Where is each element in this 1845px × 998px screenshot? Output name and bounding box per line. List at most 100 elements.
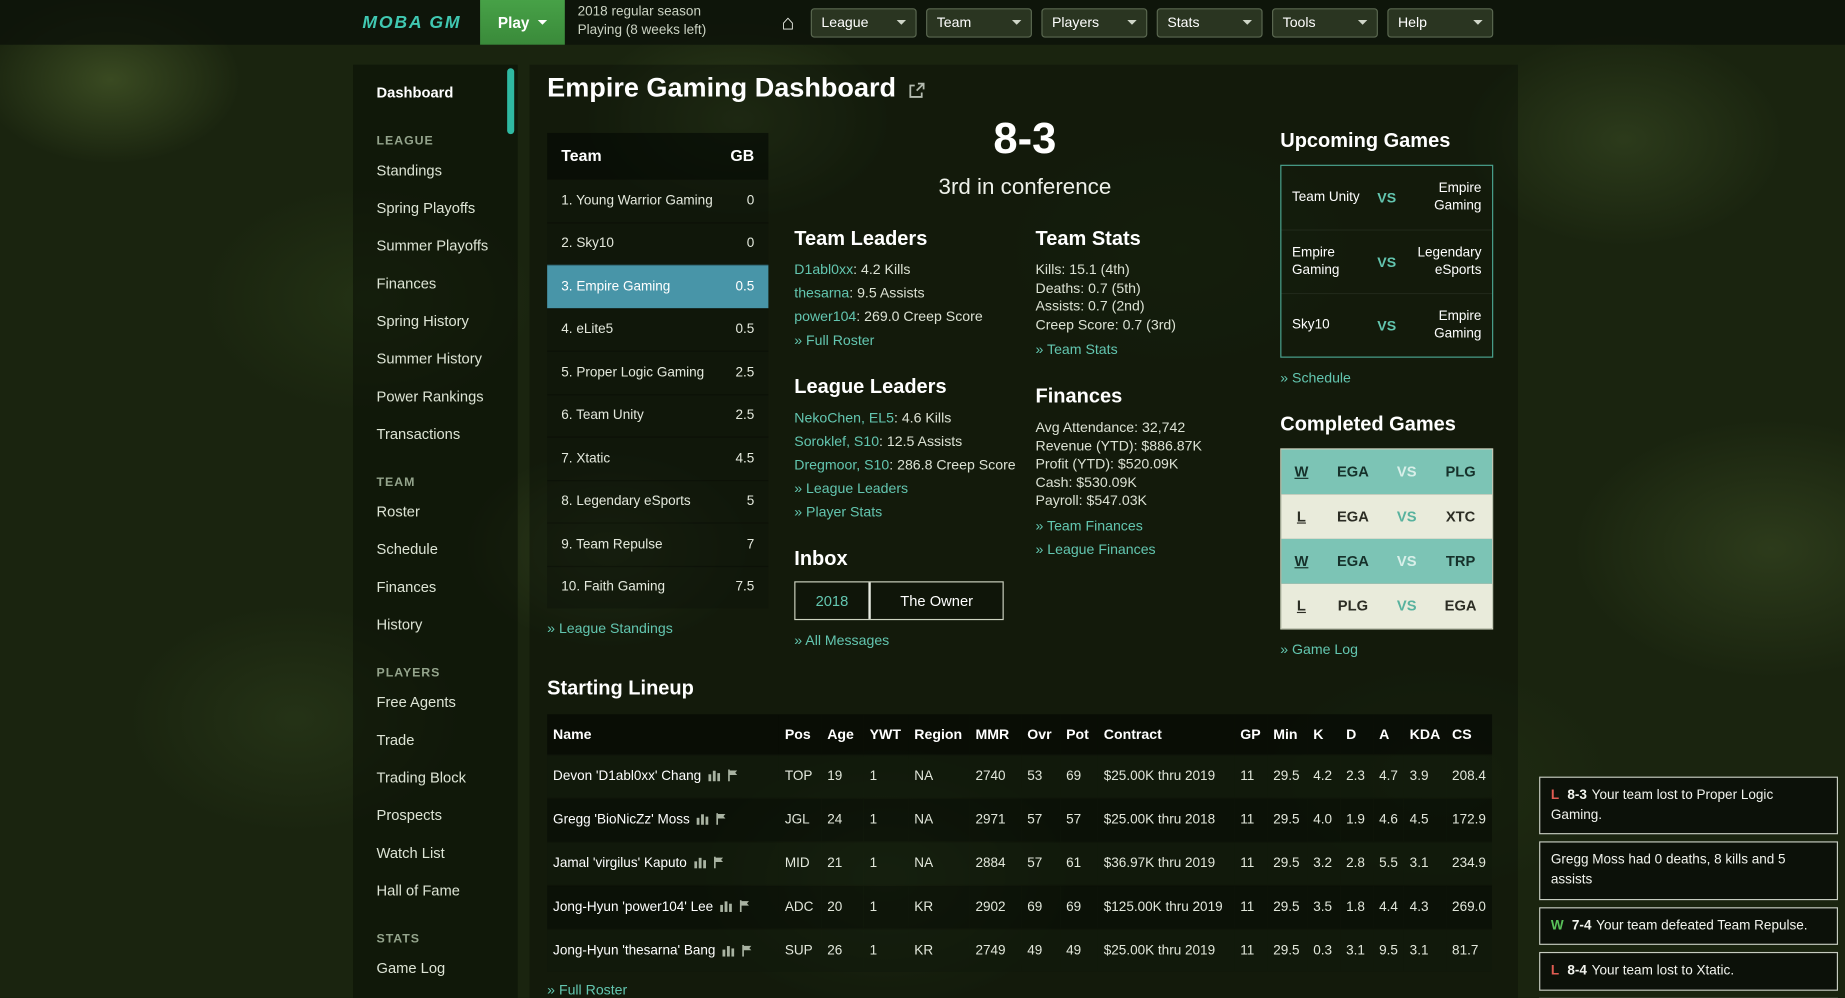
flag-icon[interactable] bbox=[741, 943, 753, 957]
league-finances-link[interactable]: » League Finances bbox=[1035, 541, 1155, 557]
sidebar-item-prospects[interactable]: Prospects bbox=[377, 797, 509, 835]
nav-menu-help[interactable]: Help bbox=[1387, 8, 1493, 37]
team-stats-link[interactable]: » Team Stats bbox=[1035, 341, 1117, 357]
flag-icon[interactable] bbox=[716, 813, 728, 827]
standings-row[interactable]: 2. Sky100 bbox=[547, 222, 768, 265]
sidebar-item-finances[interactable]: Finances bbox=[377, 568, 509, 606]
lineup-header-region[interactable]: Region bbox=[908, 714, 969, 754]
completed-game-row[interactable]: WEGAVSTRP bbox=[1281, 539, 1492, 584]
sidebar-item-summer-history[interactable]: Summer History bbox=[377, 340, 509, 378]
player-name[interactable]: Jong-Hyun 'thesarna' Bang bbox=[553, 943, 715, 957]
player-name[interactable]: Jamal 'virgilus' Kaputo bbox=[553, 856, 687, 870]
result-letter[interactable]: W bbox=[1281, 553, 1321, 569]
standings-row[interactable]: 1. Young Warrior Gaming0 bbox=[547, 179, 768, 222]
lineup-header-gp[interactable]: GP bbox=[1234, 714, 1267, 754]
lineup-header-mmr[interactable]: MMR bbox=[970, 714, 1022, 754]
notification[interactable]: L8-4Your team lost to Xtatic. bbox=[1539, 952, 1838, 990]
sidebar-item-game-log[interactable]: Game Log bbox=[377, 950, 509, 988]
standings-row[interactable]: 8. Legendary eSports5 bbox=[547, 480, 768, 523]
sidebar-item-trading-block[interactable]: Trading Block bbox=[377, 759, 509, 797]
player-name[interactable]: Jong-Hyun 'power104' Lee bbox=[553, 900, 713, 914]
sidebar-item-standings[interactable]: Standings bbox=[377, 152, 509, 190]
player-link[interactable]: NekoChen, EL5 bbox=[794, 409, 894, 425]
result-letter[interactable]: L bbox=[1281, 598, 1321, 614]
league-standings-link[interactable]: » League Standings bbox=[547, 620, 673, 636]
lineup-header-kda[interactable]: KDA bbox=[1404, 714, 1446, 754]
sidebar-item-hall-of-fame[interactable]: Hall of Fame bbox=[377, 872, 509, 910]
sidebar-item-history[interactable]: History bbox=[377, 606, 509, 644]
sidebar-item-watch-list[interactable]: Watch List bbox=[377, 834, 509, 872]
stats-icon[interactable] bbox=[708, 769, 720, 783]
player-name[interactable]: Gregg 'BioNicZz' Moss bbox=[553, 813, 690, 827]
sidebar-item-dashboard[interactable]: Dashboard bbox=[377, 74, 509, 112]
standings-row[interactable]: 6. Team Unity2.5 bbox=[547, 394, 768, 437]
flag-icon[interactable] bbox=[713, 856, 725, 870]
stats-icon[interactable] bbox=[720, 900, 732, 914]
sidebar-item-free-agents[interactable]: Free Agents bbox=[377, 684, 509, 722]
lineup-header-ywt[interactable]: YWT bbox=[864, 714, 909, 754]
stats-icon[interactable] bbox=[697, 813, 709, 827]
completed-game-row[interactable]: LPLGVSEGA bbox=[1281, 584, 1492, 629]
player-link[interactable]: Dregmoor, S10 bbox=[794, 457, 889, 473]
game-log-link[interactable]: » Game Log bbox=[1280, 641, 1358, 657]
sidebar-item-roster[interactable]: Roster bbox=[377, 493, 509, 531]
home-icon[interactable]: ⌂ bbox=[782, 12, 795, 33]
lineup-header-k[interactable]: K bbox=[1307, 714, 1340, 754]
sidebar-item-transactions[interactable]: Transactions bbox=[377, 415, 509, 453]
stats-icon[interactable] bbox=[694, 856, 706, 870]
lineup-header-d[interactable]: D bbox=[1340, 714, 1373, 754]
standings-row[interactable]: 10. Faith Gaming7.5 bbox=[547, 565, 768, 608]
lineup-header-name[interactable]: Name bbox=[547, 714, 779, 754]
lineup-header-age[interactable]: Age bbox=[821, 714, 863, 754]
nav-menu-team[interactable]: Team bbox=[926, 8, 1032, 37]
flag-icon[interactable] bbox=[727, 769, 739, 783]
stats-icon[interactable] bbox=[723, 943, 735, 957]
lineup-row[interactable]: Devon 'D1abl0xx' ChangTOP191NA27405369$2… bbox=[547, 754, 1492, 798]
lineup-row[interactable]: Jamal 'virgilus' KaputoMID211NA28845761$… bbox=[547, 841, 1492, 885]
result-letter[interactable]: W bbox=[1281, 464, 1321, 480]
sidebar-item-spring-playoffs[interactable]: Spring Playoffs bbox=[377, 189, 509, 227]
lineup-header-ovr[interactable]: Ovr bbox=[1021, 714, 1060, 754]
full-roster-bottom-link[interactable]: » Full Roster bbox=[547, 981, 627, 997]
standings-row[interactable]: 5. Proper Logic Gaming2.5 bbox=[547, 351, 768, 394]
notification[interactable]: W7-4Your team defeated Team Repulse. bbox=[1539, 907, 1838, 945]
app-logo[interactable]: MOBA GM bbox=[362, 12, 461, 32]
all-messages-link[interactable]: » All Messages bbox=[794, 632, 889, 648]
player-link[interactable]: power104 bbox=[794, 308, 856, 324]
flag-icon[interactable] bbox=[739, 900, 751, 914]
lineup-header-min[interactable]: Min bbox=[1267, 714, 1307, 754]
lineup-row[interactable]: Jong-Hyun 'thesarna' BangSUP261KR2749494… bbox=[547, 928, 1492, 972]
sidebar-item-schedule[interactable]: Schedule bbox=[377, 531, 509, 569]
standings-row[interactable]: 7. Xtatic4.5 bbox=[547, 437, 768, 480]
completed-game-row[interactable]: LEGAVSXTC bbox=[1281, 494, 1492, 539]
external-link-icon[interactable] bbox=[908, 82, 924, 98]
sidebar-item-summer-playoffs[interactable]: Summer Playoffs bbox=[377, 227, 509, 265]
league-leaders-link[interactable]: » League Leaders bbox=[794, 480, 908, 496]
notification[interactable]: L8-3Your team lost to Proper Logic Gamin… bbox=[1539, 777, 1838, 835]
lineup-header-a[interactable]: A bbox=[1373, 714, 1404, 754]
standings-row[interactable]: 3. Empire Gaming0.5 bbox=[547, 265, 768, 308]
nav-menu-tools[interactable]: Tools bbox=[1272, 8, 1378, 37]
standings-row[interactable]: 4. eLite50.5 bbox=[547, 308, 768, 351]
lineup-row[interactable]: Gregg 'BioNicZz' MossJGL241NA29715757$25… bbox=[547, 798, 1492, 842]
lineup-header-pos[interactable]: Pos bbox=[779, 714, 821, 754]
standings-row[interactable]: 9. Team Repulse7 bbox=[547, 522, 768, 565]
result-letter[interactable]: L bbox=[1281, 508, 1321, 524]
sidebar-item-power-rankings[interactable]: Power Rankings bbox=[377, 378, 509, 416]
nav-menu-league[interactable]: League bbox=[811, 8, 917, 37]
full-roster-link[interactable]: » Full Roster bbox=[794, 332, 874, 348]
lineup-header-cs[interactable]: CS bbox=[1446, 714, 1492, 754]
nav-menu-stats[interactable]: Stats bbox=[1157, 8, 1263, 37]
player-name[interactable]: Devon 'D1abl0xx' Chang bbox=[553, 769, 701, 783]
completed-game-row[interactable]: WEGAVSPLG bbox=[1281, 449, 1492, 494]
player-link[interactable]: Soroklef, S10 bbox=[794, 433, 879, 449]
play-button[interactable]: Play bbox=[480, 0, 564, 45]
lineup-row[interactable]: Jong-Hyun 'power104' LeeADC201KR29026969… bbox=[547, 885, 1492, 929]
notification[interactable]: Gregg Moss had 0 deaths, 8 kills and 5 a… bbox=[1539, 842, 1838, 900]
team-finances-link[interactable]: » Team Finances bbox=[1035, 517, 1142, 533]
schedule-link[interactable]: » Schedule bbox=[1280, 369, 1351, 385]
sidebar-scrollbar-thumb[interactable] bbox=[507, 68, 514, 134]
lineup-header-pot[interactable]: Pot bbox=[1060, 714, 1098, 754]
sidebar-item-trade[interactable]: Trade bbox=[377, 721, 509, 759]
player-stats-link[interactable]: » Player Stats bbox=[794, 504, 882, 520]
